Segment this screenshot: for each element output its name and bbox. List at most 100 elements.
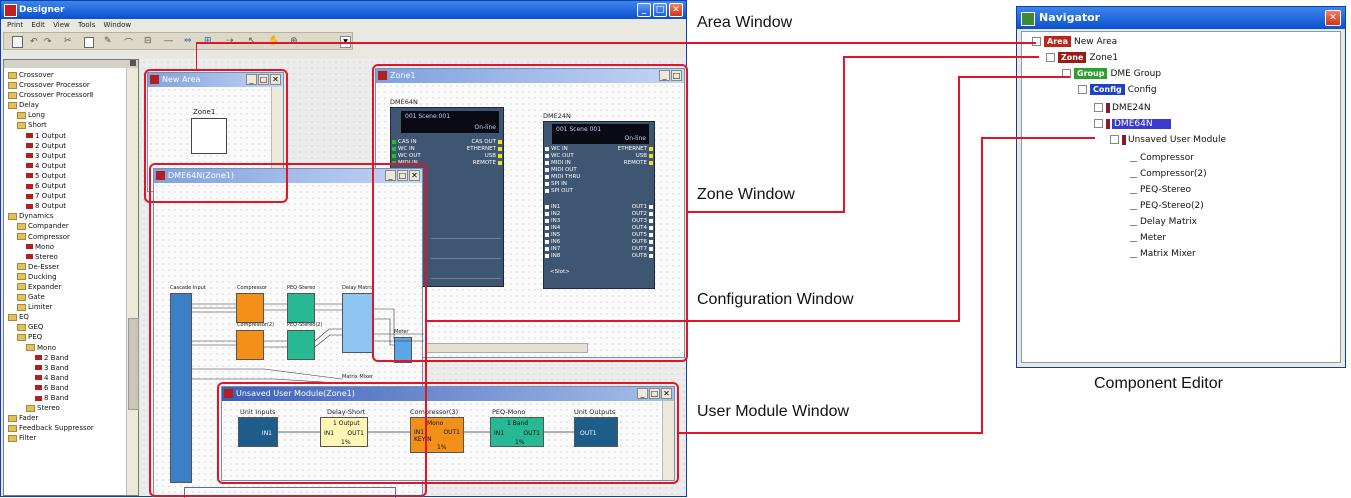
tree-item[interactable]: 6 Band <box>8 383 126 393</box>
tree-item[interactable]: Fader <box>8 413 126 423</box>
navigator-item[interactable]: Compressor <box>1130 152 1194 164</box>
tree-branch-icon <box>1130 218 1137 226</box>
navigator-item-label: DME64N <box>1112 119 1171 129</box>
tree-item[interactable]: Mono <box>8 343 126 353</box>
expand-toggle-icon[interactable] <box>1046 53 1055 62</box>
toolbar-line-icon[interactable]: ― <box>164 36 173 46</box>
tree-item[interactable]: 3 Band <box>8 363 126 373</box>
expand-toggle-icon[interactable] <box>1110 135 1119 144</box>
tree-item[interactable]: 3 Output <box>8 151 126 161</box>
tree-item[interactable]: Feedback Suppressor <box>8 423 126 433</box>
tree-scroll-thumb[interactable] <box>128 318 139 410</box>
tree-item-label: Compressor <box>28 232 70 241</box>
navigator-item[interactable]: DME64N <box>1094 118 1171 130</box>
navigator-tag: Group <box>1074 68 1108 79</box>
tree-item[interactable]: Gate <box>8 292 126 302</box>
navigator-item[interactable]: PEQ-Stereo <box>1130 184 1191 196</box>
tree-item[interactable]: Ducking <box>8 272 126 282</box>
tree-item[interactable]: 8 Output <box>8 201 126 211</box>
menu-window[interactable]: Window <box>103 21 131 29</box>
navigator-item-label: Unsaved User Module <box>1128 135 1227 145</box>
config-leader-h <box>958 76 1070 78</box>
navigator-item[interactable]: Delay Matrix <box>1130 216 1197 228</box>
tree-item[interactable]: 2 Band <box>8 353 126 363</box>
tree-item[interactable]: 4 Band <box>8 373 126 383</box>
tree-close-icon[interactable] <box>130 60 136 66</box>
toolbar-pencil-icon[interactable]: ✎ <box>104 36 112 46</box>
toolbar-undo-icon[interactable]: ↶ <box>30 37 38 47</box>
tree-item[interactable]: Crossover <box>8 70 126 80</box>
tree-item[interactable]: EQ <box>8 312 126 322</box>
component-tree-header <box>4 60 138 68</box>
navigator-item[interactable]: Matrix Mixer <box>1130 248 1196 260</box>
toolbar-grid-icon[interactable]: ⊞ <box>204 36 212 46</box>
navigator-item[interactable]: Meter <box>1130 232 1166 244</box>
tree-item[interactable]: Crossover ProcessorⅡ <box>8 90 126 100</box>
tree-item[interactable]: GEQ <box>8 322 126 332</box>
tree-item[interactable]: 5 Output <box>8 171 126 181</box>
tree-item[interactable]: 2 Output <box>8 141 126 151</box>
tree-item[interactable]: PEQ <box>8 332 126 342</box>
navigator-item[interactable]: Zone Zone1 <box>1046 52 1118 64</box>
label-zone-window: Zone Window <box>697 186 795 203</box>
tree-scrollbar[interactable] <box>126 68 139 495</box>
tree-item[interactable]: 4 Output <box>8 161 126 171</box>
navigator-item[interactable]: PEQ-Stereo(2) <box>1130 200 1204 212</box>
tree-item[interactable]: Stereo <box>8 403 126 413</box>
tree-item[interactable]: 7 Output <box>8 191 126 201</box>
toolbar-align-icon[interactable]: ⊟ <box>144 36 152 46</box>
tree-item[interactable]: De-Esser <box>8 262 126 272</box>
navigator-tag: Config <box>1090 84 1125 95</box>
folder-icon <box>17 333 26 341</box>
tree-item[interactable]: Expander <box>8 282 126 292</box>
tree-item[interactable]: Compander <box>8 221 126 231</box>
menu-tools[interactable]: Tools <box>78 21 95 29</box>
toolbar-new-icon[interactable] <box>12 36 23 48</box>
tree-item[interactable]: Dynamics <box>8 211 126 221</box>
tree-item[interactable]: Long <box>8 110 126 120</box>
navigator-item[interactable]: Config Config <box>1078 84 1157 96</box>
menu-print[interactable]: Print <box>7 21 23 29</box>
toolbar-distribute-icon[interactable]: ⇔ <box>184 36 192 46</box>
tree-item[interactable]: 6 Output <box>8 181 126 191</box>
tree-item[interactable]: Short <box>8 120 126 130</box>
navigator-item[interactable]: DME24N <box>1094 102 1151 114</box>
toolbar-zoom-icon[interactable]: ⊕ <box>290 36 298 46</box>
tree-item[interactable]: 1 Output <box>8 131 126 141</box>
component-icon <box>35 375 42 381</box>
label-user-module-window: User Module Window <box>697 403 850 420</box>
tree-item[interactable]: Filter <box>8 433 126 443</box>
close-button[interactable]: ✕ <box>669 3 683 17</box>
minimize-button[interactable]: _ <box>637 3 651 17</box>
menu-view[interactable]: View <box>53 21 70 29</box>
tree-item-label: Short <box>28 121 47 130</box>
menu-edit[interactable]: Edit <box>31 21 45 29</box>
navigator-item[interactable]: Compressor(2) <box>1130 168 1207 180</box>
toolbar-arrow-icon[interactable]: ⇢ <box>226 36 234 46</box>
tree-item[interactable]: Mono <box>8 242 126 252</box>
toolbar-copy-icon[interactable] <box>84 37 94 48</box>
toolbar-hand-icon[interactable]: ✋ <box>268 36 279 46</box>
tree-item-label: PEQ <box>28 333 43 342</box>
expand-toggle-icon[interactable] <box>1094 103 1103 112</box>
tree-item[interactable]: Limiter <box>8 302 126 312</box>
navigator-item[interactable]: Unsaved User Module <box>1110 134 1226 146</box>
toolbar-pointer-icon[interactable]: ↖ <box>248 36 256 46</box>
maximize-button[interactable]: □ <box>653 3 667 17</box>
tree-item[interactable]: Delay <box>8 100 126 110</box>
expand-toggle-icon[interactable] <box>1094 119 1103 128</box>
tree-item[interactable]: Stereo <box>8 252 126 262</box>
navigator-item-label: DME Group <box>1110 69 1162 79</box>
navigator-item[interactable]: Area New Area <box>1032 36 1117 48</box>
tree-item[interactable]: Compressor <box>8 232 126 242</box>
navigator-item[interactable]: Group DME Group <box>1062 68 1161 80</box>
expand-toggle-icon[interactable] <box>1078 85 1087 94</box>
tree-item-label: Dynamics <box>19 212 54 221</box>
tree-item[interactable]: 8 Band <box>8 393 126 403</box>
tree-item-label: 6 Output <box>35 182 66 191</box>
tree-item[interactable]: Crossover Processor <box>8 80 126 90</box>
navigator-close-button[interactable]: ✕ <box>1325 10 1341 26</box>
toolbar-redo-icon[interactable]: ↷ <box>44 37 52 47</box>
toolbar-link-icon[interactable]: ⌒ <box>124 36 133 49</box>
toolbar-cut-icon[interactable]: ✂ <box>64 36 72 46</box>
